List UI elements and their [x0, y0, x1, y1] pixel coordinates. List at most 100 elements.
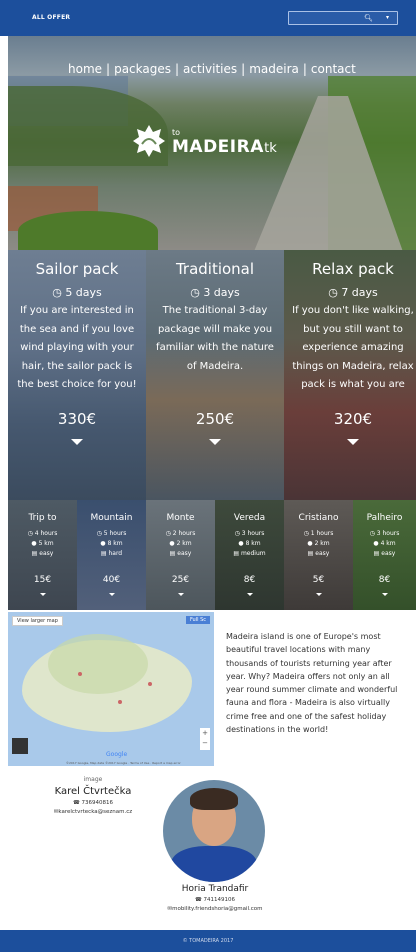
activity-hours: ◷ 3 hours	[215, 530, 284, 537]
expand-arrow-icon[interactable]	[39, 593, 46, 596]
activity-name: Palheiro	[366, 513, 403, 523]
activity-price: 40€	[102, 575, 121, 585]
zoom-control[interactable]: + −	[200, 728, 210, 750]
activity-hours: ◷ 2 hours	[146, 530, 215, 537]
activity-card[interactable]: Monte ◷ 2 hours ● 2 km ▤ easy 25€	[146, 500, 215, 610]
expand-arrow-icon[interactable]	[381, 593, 388, 596]
contact-email-value[interactable]: mobility.friendshoria@gmail.com	[172, 906, 262, 912]
package-duration-value: 7 days	[341, 286, 378, 299]
nav-activities[interactable]: activities	[183, 62, 237, 76]
map-highlands	[48, 634, 148, 694]
google-logo: Google	[106, 751, 128, 758]
contact-email[interactable]: ✉karelctvrtecka@seznam.cz	[28, 809, 158, 815]
image-alt-text: image	[83, 776, 103, 783]
activity-card[interactable]: Mountain ◷ 5 hours ● 8 km ▤ hard 40€	[77, 500, 146, 610]
activity-difficulty: ▤ easy	[146, 550, 215, 557]
activity-distance: ● 2 km	[284, 540, 353, 547]
package-price: 250€	[195, 410, 235, 428]
nav-madeira[interactable]: madeira	[249, 62, 299, 76]
nav-home[interactable]: home	[68, 62, 102, 76]
activity-price: 5€	[312, 575, 325, 585]
expand-arrow-icon[interactable]	[177, 593, 184, 596]
nav-separator: |	[302, 62, 307, 76]
expand-arrow-icon[interactable]	[315, 593, 322, 596]
activity-card[interactable]: Vereda ◷ 3 hours ● 8 km ▤ medium 8€	[215, 500, 284, 610]
contact-email-value[interactable]: karelctvrtecka@seznam.cz	[58, 809, 132, 815]
clock-icon: ◷	[27, 530, 33, 537]
activity-hours-value: 3 hours	[376, 530, 400, 537]
hero-bush	[18, 211, 158, 250]
package-card[interactable]: Traditional ◷ 3 days The traditional 3-d…	[146, 250, 284, 500]
caret-icon[interactable]: ▾	[386, 14, 389, 21]
activity-hours: ◷ 3 hours	[353, 530, 416, 537]
walker-icon: ●	[100, 540, 106, 547]
activity-distance: ● 2 km	[146, 540, 215, 547]
package-price: 330€	[57, 410, 97, 428]
top-bar: ALL OFFER 🔍︎ ▾	[0, 0, 416, 36]
expand-arrow-icon[interactable]	[209, 439, 221, 445]
site-logo[interactable]: to MADEIRA .tk	[132, 122, 292, 172]
nav-contact[interactable]: contact	[311, 62, 356, 76]
difficulty-icon: ▤	[373, 550, 380, 557]
nav-separator: |	[175, 62, 180, 76]
zoom-in-button[interactable]: +	[200, 728, 210, 738]
logo-prefix: to	[172, 128, 181, 137]
nav-packages[interactable]: packages	[114, 62, 171, 76]
activity-difficulty-value: medium	[240, 550, 266, 557]
activity-card[interactable]: Trip to ◷ 4 hours ● 5 km ▤ easy 15€	[8, 500, 77, 610]
activity-difficulty-value: easy	[177, 550, 192, 557]
difficulty-icon: ▤	[31, 550, 38, 557]
activity-hours: ◷ 4 hours	[8, 530, 77, 537]
activity-price: 8€	[378, 575, 391, 585]
activity-difficulty-value: hard	[108, 550, 123, 557]
activity-distance: ● 8 km	[215, 540, 284, 547]
activity-hours-value: 4 hours	[34, 530, 58, 537]
contact-phone-value: 741149106	[203, 897, 236, 903]
logo-name: MADEIRA	[172, 137, 264, 157]
search-box[interactable]: 🔍︎ ▾	[288, 11, 398, 25]
map-credits[interactable]: ©2017 Google, Map data ©2017 Google · Te…	[66, 761, 181, 765]
map-town-marker	[78, 672, 82, 676]
activity-name: Trip to	[28, 513, 57, 523]
walker-icon: ●	[31, 540, 37, 547]
activity-card[interactable]: Palheiro ◷ 3 hours ● 4 km ▤ easy 8€	[353, 500, 416, 610]
activity-distance: ● 5 km	[8, 540, 77, 547]
package-duration: ◷ 3 days	[190, 286, 240, 299]
all-offer-link[interactable]: ALL OFFER	[32, 14, 70, 21]
google-map[interactable]: View larger map Full Sc + − Google ©2017…	[8, 612, 214, 766]
main-nav: home | packages | activities | madeira |…	[68, 62, 388, 76]
package-title: Traditional	[175, 260, 255, 278]
activity-distance-value: 2 km	[314, 540, 330, 547]
contact-name: Karel Čtvrtečka	[54, 786, 132, 797]
package-duration-value: 5 days	[65, 286, 102, 299]
package-card[interactable]: Relax pack ◷ 7 days If you don't like wa…	[284, 250, 416, 500]
contact-phone-value: 736940816	[81, 800, 114, 806]
fullscreen-button[interactable]: Full Sc	[185, 616, 210, 624]
activity-name: Mountain	[90, 513, 133, 523]
expand-arrow-icon[interactable]	[108, 593, 115, 596]
expand-arrow-icon[interactable]	[71, 439, 83, 445]
package-description: If you are interested in the sea and if …	[17, 305, 137, 390]
contact-email[interactable]: ✉mobility.friendshoria@gmail.com	[140, 906, 290, 912]
satellite-toggle[interactable]	[12, 738, 28, 754]
expand-arrow-icon[interactable]	[246, 593, 253, 596]
package-duration: ◷ 5 days	[52, 286, 102, 299]
package-duration-value: 3 days	[203, 286, 240, 299]
clock-icon: ◷	[369, 530, 375, 537]
view-larger-map-link[interactable]: View larger map	[12, 616, 63, 626]
avatar-shirt	[171, 846, 257, 882]
nav-separator: |	[106, 62, 111, 76]
nav-separator: |	[241, 62, 246, 76]
activity-price: 8€	[243, 575, 256, 585]
activity-distance-value: 8 km	[107, 540, 123, 547]
package-card[interactable]: Sailor pack ◷ 5 days If you are interest…	[8, 250, 146, 500]
logo-suffix: .tk	[260, 141, 277, 156]
activity-card[interactable]: Cristiano ◷ 1 hours ● 2 km ▤ easy 5€	[284, 500, 353, 610]
activity-distance: ● 8 km	[77, 540, 146, 547]
activity-distance-value: 2 km	[176, 540, 192, 547]
expand-arrow-icon[interactable]	[347, 439, 359, 445]
zoom-out-button[interactable]: −	[200, 738, 210, 748]
walker-icon: ●	[373, 540, 379, 547]
package-description: If you don't like walking, but you still…	[292, 305, 414, 390]
search-icon[interactable]: 🔍︎	[364, 14, 373, 22]
